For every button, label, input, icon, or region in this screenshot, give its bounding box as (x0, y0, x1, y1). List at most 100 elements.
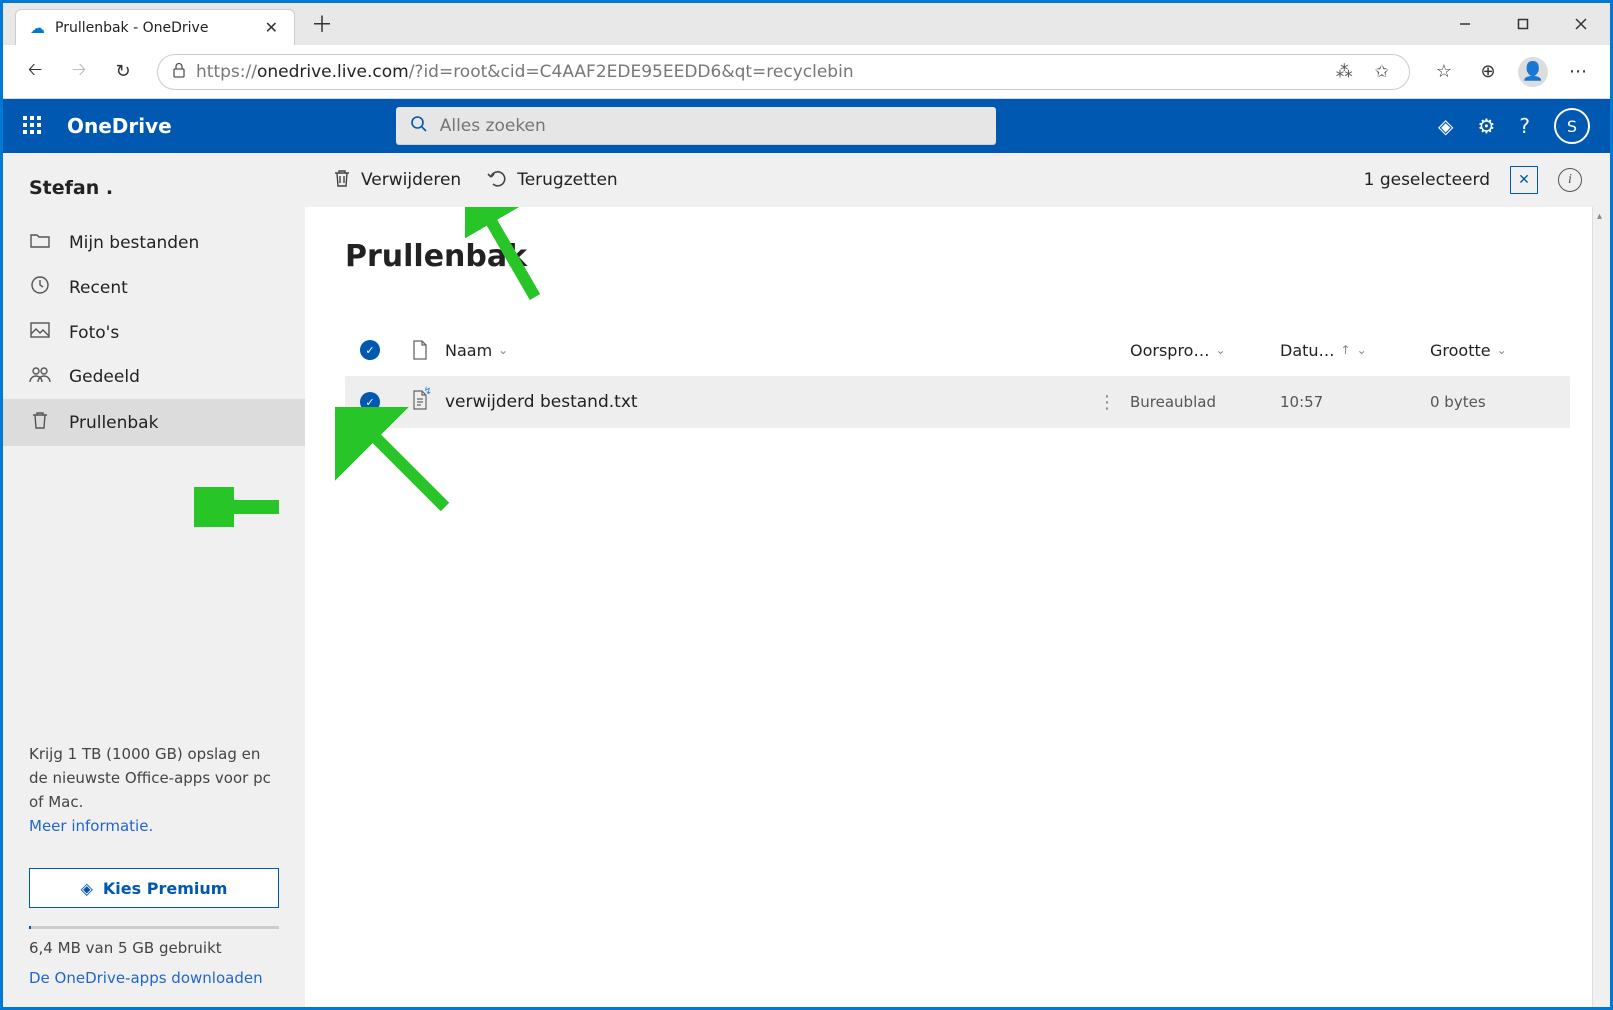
row-date-cell: 10:57 (1280, 393, 1430, 411)
restore-button[interactable]: Terugzetten (487, 169, 617, 192)
help-icon[interactable]: ? (1519, 114, 1530, 138)
shared-icon (29, 365, 51, 388)
window-close-button[interactable] (1552, 3, 1610, 45)
download-apps: De OneDrive-apps downloaden (3, 969, 305, 1007)
info-button[interactable]: i (1558, 168, 1582, 192)
url-path: /?id=root&cid=C4AAF2EDE95EEDD6&qt=recycl… (409, 62, 854, 82)
row-origin-cell: Bureaublad (1130, 393, 1280, 411)
browser-window: ☁ Prullenbak - OneDrive ✕ ＋ 🡠 🡢 ↻ (3, 3, 1610, 1007)
column-name[interactable]: Naam ⌄ (445, 341, 1130, 360)
column-label: Datu… (1280, 341, 1335, 360)
premium-diamond-icon[interactable]: ◈ (1438, 114, 1453, 138)
url-bar: 🡠 🡢 ↻ https://onedrive.live.com/?id=root… (3, 45, 1610, 99)
chevron-down-icon: ⌄ (1497, 343, 1507, 357)
column-origin[interactable]: Oorspro… ⌄ (1130, 341, 1280, 360)
sort-asc-icon: ↑ (1341, 343, 1351, 357)
sidebar-item-shared[interactable]: Gedeeld (3, 354, 305, 399)
app-launcher-icon[interactable] (23, 116, 43, 136)
chevron-down-icon: ⌄ (498, 343, 508, 357)
row-checkbox[interactable]: ✓ (345, 392, 395, 412)
promo-link[interactable]: Meer informatie. (29, 817, 153, 835)
storage-usage-bar (29, 926, 279, 929)
forward-button[interactable]: 🡢 (59, 52, 99, 92)
column-date[interactable]: Datu… ↑ ⌄ (1280, 341, 1430, 360)
tab-title: Prullenbak - OneDrive (55, 20, 251, 36)
storage-usage-text: 6,4 MB van 5 GB gebruikt (29, 939, 222, 957)
lock-icon (172, 62, 186, 82)
scrollbar[interactable]: ▴ (1592, 207, 1610, 1007)
search-input[interactable] (440, 116, 982, 136)
folder-icon (29, 232, 51, 253)
address-field[interactable]: https://onedrive.live.com/?id=root&cid=C… (157, 54, 1410, 90)
delete-button[interactable]: Verwijderen (333, 168, 461, 193)
app-body: Stefan . Mijn bestanden Recent Foto's Ge… (3, 153, 1610, 1007)
chevron-down-icon: ⌄ (1215, 343, 1225, 357)
storage-usage: 6,4 MB van 5 GB gebruikt (3, 926, 305, 969)
promo-text: Krijg 1 TB (1000 GB) opslag en de nieuws… (29, 745, 271, 811)
sidebar-item-label: Prullenbak (69, 413, 158, 433)
refresh-button[interactable]: ↻ (103, 52, 143, 92)
translate-icon[interactable]: ⁂ (1330, 62, 1359, 82)
content-area: Verwijderen Terugzetten 1 geselecteerd ✕… (305, 153, 1610, 1007)
sidebar-item-recent[interactable]: Recent (3, 264, 305, 311)
column-label: Oorspro… (1130, 341, 1209, 360)
download-apps-link[interactable]: De OneDrive-apps downloaden (29, 969, 263, 987)
row-file-icon (395, 390, 445, 415)
chevron-down-icon: ⌄ (1357, 343, 1367, 357)
sidebar-item-label: Gedeeld (69, 367, 140, 387)
sidebar-item-label: Mijn bestanden (69, 233, 199, 253)
command-bar: Verwijderen Terugzetten 1 geselecteerd ✕… (305, 153, 1610, 207)
clear-selection-button[interactable]: ✕ (1510, 166, 1538, 194)
profile-avatar[interactable]: 👤 (1518, 57, 1548, 87)
window-controls (1436, 3, 1610, 45)
sidebar: Stefan . Mijn bestanden Recent Foto's Ge… (3, 153, 305, 1007)
text-file-icon (412, 390, 428, 410)
titlebar: ☁ Prullenbak - OneDrive ✕ ＋ (3, 3, 1610, 45)
row-more-menu[interactable]: ⋮ (1084, 392, 1130, 413)
table-row[interactable]: ✓ verwijderd bestand.txt ⋮ Bureaublad 10… (345, 376, 1570, 428)
url-scheme: https:// (196, 62, 257, 82)
premium-promo: Krijg 1 TB (1000 GB) opslag en de nieuws… (3, 721, 305, 858)
recycle-icon (29, 410, 51, 435)
favorites-button[interactable]: ☆ (1424, 52, 1464, 92)
check-icon: ✓ (360, 392, 380, 412)
sidebar-user: Stefan . (3, 171, 305, 221)
sidebar-item-files[interactable]: Mijn bestanden (3, 221, 305, 264)
choose-premium-button[interactable]: ◈ Kies Premium (29, 868, 279, 908)
photos-icon (29, 322, 51, 343)
account-initial: S (1567, 117, 1577, 136)
row-name-cell[interactable]: verwijderd bestand.txt (445, 392, 1084, 412)
browser-tab-active[interactable]: ☁ Prullenbak - OneDrive ✕ (15, 9, 295, 45)
favorite-star-icon[interactable]: ✩ (1369, 62, 1395, 82)
diamond-icon: ◈ (81, 879, 93, 898)
column-size[interactable]: Grootte ⌄ (1430, 341, 1570, 360)
search-box[interactable] (396, 107, 996, 145)
delete-button-label: Verwijderen (361, 170, 461, 190)
suite-header: OneDrive ◈ ⚙ ? S (3, 99, 1610, 153)
tab-close-button[interactable]: ✕ (261, 16, 282, 39)
page-title: Prullenbak (345, 239, 1570, 274)
select-all-checkbox[interactable]: ✓ (345, 340, 395, 360)
sidebar-item-photos[interactable]: Foto's (3, 311, 305, 354)
account-badge[interactable]: S (1554, 108, 1590, 144)
settings-gear-icon[interactable]: ⚙ (1477, 114, 1495, 138)
close-icon (1575, 18, 1587, 30)
trash-icon (333, 168, 351, 193)
table-header-row: ✓ Naam ⌄ Oorspro… ⌄ Datu… ↑ ⌄ Grootte ⌄ (345, 324, 1570, 376)
restore-button-label: Terugzetten (517, 170, 617, 190)
search-icon (410, 115, 428, 138)
window-minimize-button[interactable] (1436, 3, 1494, 45)
window-maximize-button[interactable] (1494, 3, 1552, 45)
column-icon-placeholder (395, 340, 445, 360)
check-icon: ✓ (360, 340, 380, 360)
selection-count: 1 geselecteerd (1364, 170, 1490, 190)
row-size-cell: 0 bytes (1430, 393, 1570, 411)
new-tab-button[interactable]: ＋ (305, 1, 339, 45)
back-button[interactable]: 🡠 (15, 52, 55, 92)
more-button[interactable]: ⋯ (1558, 52, 1598, 92)
url-text: https://onedrive.live.com/?id=root&cid=C… (196, 62, 1320, 82)
recent-icon (29, 275, 51, 300)
sidebar-item-label: Recent (69, 278, 128, 298)
sidebar-item-recyclebin[interactable]: Prullenbak (3, 399, 305, 446)
collections-button[interactable]: ⊕ (1468, 52, 1508, 92)
